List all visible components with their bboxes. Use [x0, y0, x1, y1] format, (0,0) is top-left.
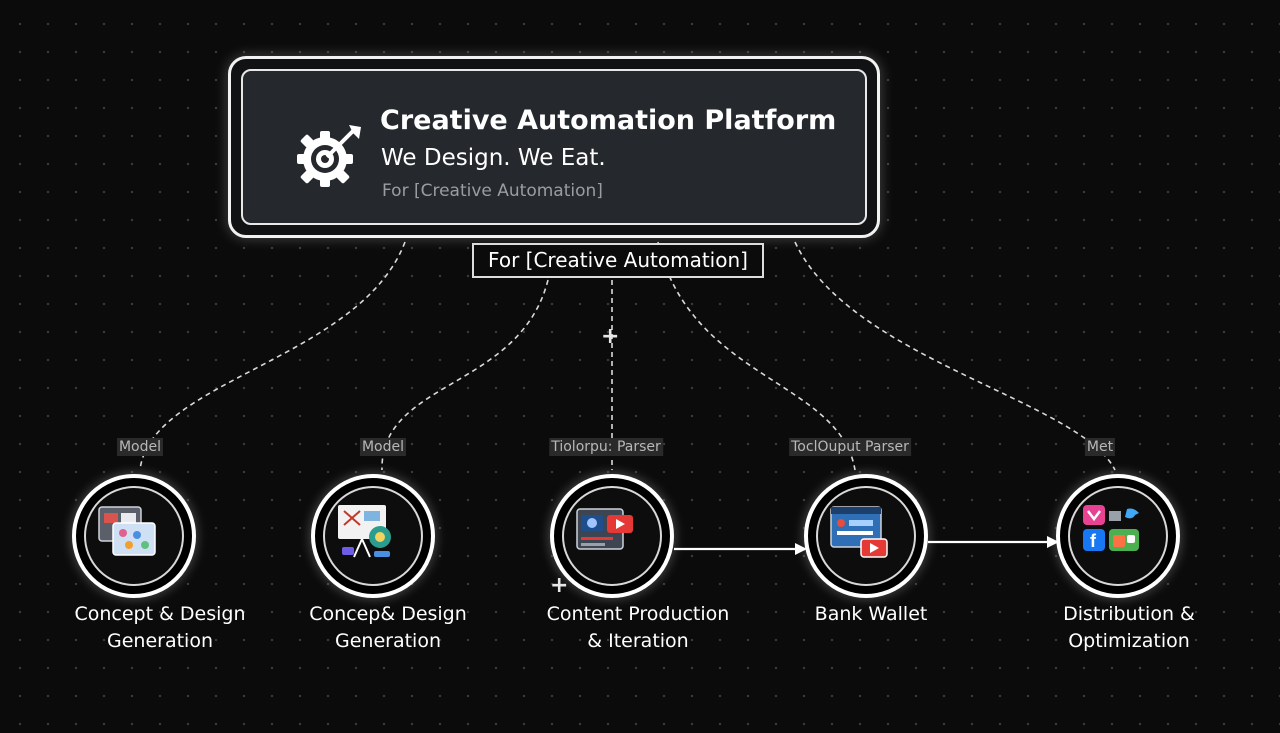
node-label-3: Content Production & Iteration — [546, 603, 730, 652]
connector-5 — [794, 241, 1116, 471]
platform-subtitle: We Design. We Eat. — [381, 145, 606, 171]
node-concep-design-generation[interactable] — [311, 474, 435, 598]
platform-header-card[interactable]: Creative Automation Platform We Design. … — [228, 56, 880, 238]
browser-video-icon — [830, 506, 888, 558]
gear-target-icon — [297, 125, 361, 187]
plus-icon[interactable]: + — [601, 326, 619, 348]
node-content-production-iteration[interactable] — [550, 474, 674, 598]
node-label-4: Bank Wallet — [814, 603, 928, 625]
node-distribution-optimization[interactable]: f — [1056, 474, 1180, 598]
node-label-1: Concept & Design Generation — [74, 603, 246, 652]
diagram-canvas: Creative Automation Platform We Design. … — [0, 0, 1280, 733]
platform-title: Creative Automation Platform — [380, 105, 837, 136]
platform-tag: For [Creative Automation] — [382, 181, 603, 201]
presentation-board-icon — [338, 505, 391, 558]
hub-label-box[interactable]: For [Creative Automation] — [472, 243, 764, 278]
node-concept-design-generation[interactable] — [72, 474, 196, 598]
connector-label-5: Met — [1084, 438, 1116, 456]
connector-label-2: Model — [359, 438, 407, 456]
connector-2 — [381, 279, 549, 471]
connector-label-1: Model — [116, 438, 164, 456]
svg-text:f: f — [1090, 531, 1097, 551]
node-bank-wallet[interactable] — [804, 474, 928, 598]
platform-header-inner: Creative Automation Platform We Design. … — [241, 69, 867, 225]
node-label-2: Concep& Design Generation — [309, 603, 467, 652]
design-windows-icon — [98, 506, 156, 556]
connector-1 — [139, 241, 406, 471]
connector-label-4: ToclOuput Parser — [789, 438, 911, 456]
video-player-icon — [576, 508, 633, 550]
node-label-5: Distribution & Optimization — [1063, 603, 1195, 652]
social-apps-icon: f — [1083, 505, 1139, 551]
connector-label-3: Tiolorpu: Parser — [549, 438, 663, 456]
